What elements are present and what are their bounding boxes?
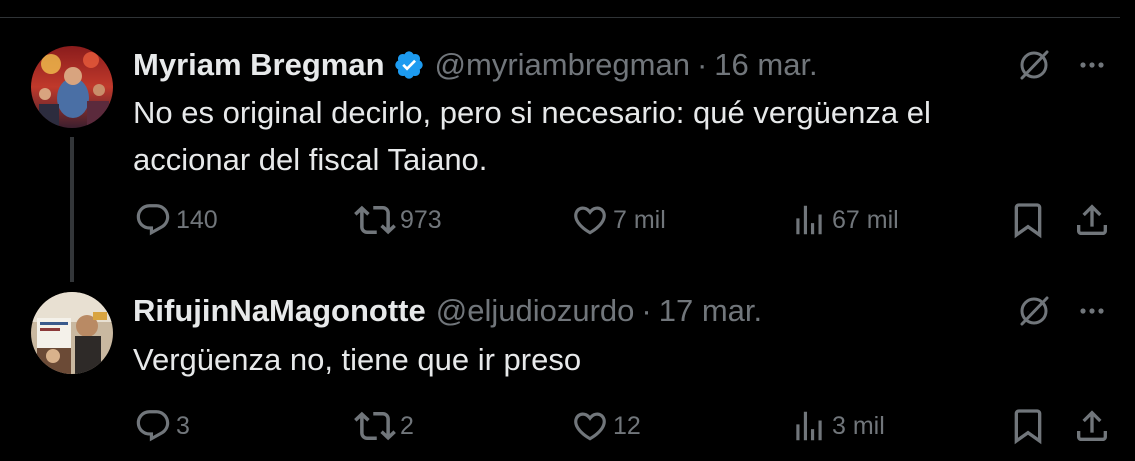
bookmark-icon [1014,409,1042,445]
display-name[interactable]: Myriam Bregman [133,47,385,83]
tweet-text: No es original decirlo, pero si necesari… [133,95,931,177]
like-count: 7 mil [613,205,666,234]
reply-button[interactable]: 140 [134,198,218,242]
heart-icon [574,206,606,235]
avatar-image [31,46,113,128]
separator-dot: · [696,47,708,82]
repost-icon [354,411,396,441]
reply-icon [136,410,170,442]
like-button[interactable]: 12 [571,404,641,448]
avatar[interactable] [31,46,113,128]
tweet-actions: 3 2 12 3 mil [0,404,1135,448]
grok-icon[interactable] [1014,45,1054,85]
verified-badge-icon[interactable] [393,49,425,81]
heart-icon [574,412,606,441]
repost-count: 2 [400,411,414,440]
handle[interactable]: @myriambregman [435,47,690,83]
views-icon [796,205,822,235]
share-icon [1077,410,1107,441]
reply-button[interactable]: 3 [134,404,190,448]
grok-icon[interactable] [1014,291,1054,331]
reply-count: 140 [176,205,218,234]
share-icon [1077,204,1107,235]
views-count: 67 mil [832,205,899,234]
handle[interactable]: @eljudiozurdo [436,293,635,329]
views-button[interactable]: 67 mil [790,198,899,242]
tweet-actions: 140 973 7 mil 67 mil [0,198,1135,242]
tweet-myriambregman[interactable]: Myriam Bregman @myriambregman · 16 mar. … [0,0,1135,280]
reply-count: 3 [176,411,190,440]
timestamp[interactable]: 16 mar. [714,47,817,83]
more-icon[interactable] [1072,291,1112,331]
tweet-header: Myriam Bregman @myriambregman · 16 mar. [133,45,818,85]
tweet-header: RifujinNaMagonotte @eljudiozurdo · 17 ma… [133,291,762,331]
repost-button[interactable]: 973 [354,198,442,242]
avatar-image [31,292,113,374]
tweet-eljudiozurdo[interactable]: RifujinNaMagonotte @eljudiozurdo · 17 ma… [0,280,1135,461]
repost-icon [354,205,396,235]
views-count: 3 mil [832,411,885,440]
bookmark-button[interactable] [1008,198,1048,242]
avatar[interactable] [31,292,113,374]
reply-icon [136,204,170,236]
separator-dot: · [641,293,652,328]
bookmark-button[interactable] [1008,404,1048,448]
share-button[interactable] [1072,198,1112,242]
views-button[interactable]: 3 mil [790,404,885,448]
like-count: 12 [613,411,641,440]
views-icon [796,411,822,441]
share-button[interactable] [1072,404,1112,448]
repost-button[interactable]: 2 [354,404,414,448]
bookmark-icon [1014,203,1042,239]
repost-count: 973 [400,205,442,234]
display-name[interactable]: RifujinNaMagonotte [133,293,426,329]
like-button[interactable]: 7 mil [571,198,666,242]
tweet-text: Vergüenza no, tiene que ir preso [133,342,582,377]
timestamp[interactable]: 17 mar. [659,293,762,329]
more-icon[interactable] [1072,45,1112,85]
